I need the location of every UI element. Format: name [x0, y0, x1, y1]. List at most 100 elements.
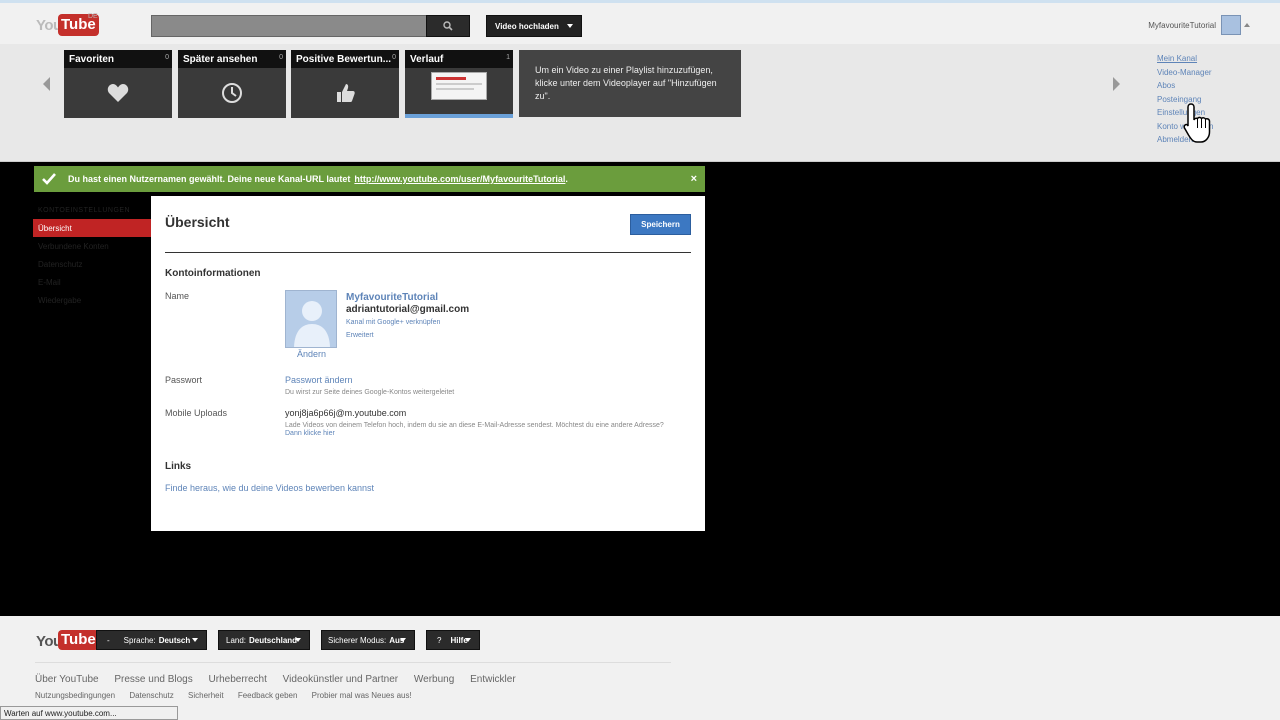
checkmark-icon [42, 173, 56, 185]
language-value: Deutsch [158, 635, 191, 645]
divider [165, 252, 691, 253]
arrow-right-icon[interactable] [1113, 77, 1120, 91]
footer-link-copyright[interactable]: Urheberrecht [209, 674, 267, 685]
arrow-left-icon[interactable] [43, 77, 50, 91]
advanced-link[interactable]: Erweitert [346, 332, 374, 339]
tile-label: Verlauf [405, 50, 513, 68]
tile-history[interactable]: Verlauf 1 [405, 50, 513, 118]
tile-label: Positive Bewertun... [291, 50, 399, 68]
tile-count: 1 [506, 54, 510, 61]
footer-link-terms[interactable]: Nutzungsbedingungen [35, 691, 115, 700]
tile-liked[interactable]: Positive Bewertun... 0 [291, 50, 399, 118]
tile-count: 0 [392, 54, 396, 61]
country-value: Deutschland [249, 635, 298, 645]
chevron-down-icon [465, 638, 471, 642]
tile-label: Später ansehen [178, 50, 286, 68]
channel-url-link[interactable]: http://www.youtube.com/user/MyfavouriteT… [354, 174, 565, 184]
language-label: Sprache: [123, 635, 156, 645]
footer-link-press[interactable]: Presse und Blogs [114, 674, 192, 685]
footer-links-secondary: Nutzungsbedingungen Datenschutz Sicherhe… [35, 691, 424, 700]
mobile-hint: Lade Videos von deinem Telefon hoch, ind… [285, 422, 664, 429]
search-icon [443, 21, 453, 31]
overview-panel: Übersicht Speichern Kontoinformationen N… [151, 196, 705, 531]
upload-label: Video hochladen [495, 21, 559, 31]
help-button[interactable]: ? Hilfe [426, 630, 480, 650]
footer-link-feedback[interactable]: Feedback geben [238, 691, 298, 700]
nav-item-overview[interactable]: Übersicht [33, 219, 151, 237]
promote-videos-link[interactable]: Finde heraus, wie du deine Videos bewerb… [165, 483, 374, 493]
masthead: You Tube DE Video hochladen MyfavouriteT… [0, 0, 1280, 44]
guide-band: Favoriten 0 Später ansehen 0 Positive Be… [0, 44, 1280, 162]
link-google-plus[interactable]: Kanal mit Google+ verknüpfen [346, 319, 440, 326]
tile-count: 0 [165, 54, 169, 61]
chevron-up-icon[interactable] [1244, 23, 1250, 27]
success-notice: Du hast einen Nutzernamen gewählt. Deine… [34, 166, 705, 192]
tile-watch-later[interactable]: Später ansehen 0 [178, 50, 286, 118]
password-hint: Du wirst zur Seite deines Google-Kontos … [285, 389, 455, 396]
mobile-uploads-label: Mobile Uploads [165, 408, 228, 418]
hand-cursor-icon [1183, 103, 1211, 143]
footer-link-try-new[interactable]: Probier mal was Neues aus! [312, 691, 412, 700]
mobile-change-link[interactable]: Dann klicke hier [285, 430, 335, 437]
nav-item-playback[interactable]: Wiedergabe [33, 291, 151, 309]
tile-count: 0 [279, 54, 283, 61]
default-avatar-icon [294, 301, 330, 347]
country-label: Land: [226, 635, 247, 645]
mobile-upload-email: yonj8ja6p66j@m.youtube.com [285, 408, 407, 418]
footer-divider [35, 662, 671, 663]
chevron-down-icon [567, 24, 573, 28]
account-info-heading: Kontoinformationen [165, 268, 261, 279]
help-icon: ? [437, 635, 442, 645]
account-email: adriantutorial@gmail.com [346, 304, 470, 315]
footer-link-advertising[interactable]: Werbung [414, 674, 454, 685]
settings-nav: KONTOEINSTELLUNGEN Übersicht Verbundene … [33, 202, 151, 309]
footer: You Tube - Sprache: Deutsch Land: Deutschl… [0, 616, 1280, 720]
nav-item-privacy[interactable]: Datenschutz [33, 255, 151, 273]
playlist-info-box: Um ein Video zu einer Playlist hinzuzufü… [519, 50, 741, 117]
user-name[interactable]: MyfavouriteTutorial [1148, 21, 1216, 30]
chevron-down-icon [192, 638, 198, 642]
page-title: Übersicht [165, 214, 230, 230]
tile-label: Favoriten [64, 50, 172, 68]
footer-link-about[interactable]: Über YouTube [35, 674, 99, 685]
browser-status-bar: Warten auf www.youtube.com... [0, 706, 178, 720]
name-label: Name [165, 291, 190, 301]
save-button[interactable]: Speichern [630, 214, 691, 235]
thumbs-up-icon [337, 84, 355, 102]
close-icon[interactable]: × [691, 173, 697, 185]
logo-region: DE [88, 13, 98, 20]
country-button[interactable]: Land: Deutschland [218, 630, 310, 650]
history-thumbnail [431, 72, 487, 100]
notice-text: Du hast einen Nutzernamen gewählt. Deine… [68, 174, 351, 184]
change-password-link[interactable]: Passwort ändern [285, 375, 353, 385]
footer-logo-tube: Tube [58, 630, 99, 650]
menu-video-manager[interactable]: Video-Manager [1157, 66, 1213, 80]
footer-link-privacy[interactable]: Datenschutz [129, 691, 173, 700]
search-input[interactable] [151, 15, 427, 37]
language-button[interactable]: - Sprache: Deutsch [96, 630, 207, 650]
footer-link-developers[interactable]: Entwickler [470, 674, 516, 685]
footer-link-creators[interactable]: Videokünstler und Partner [283, 674, 398, 685]
footer-link-safety[interactable]: Sicherheit [188, 691, 224, 700]
menu-subscriptions[interactable]: Abos [1157, 79, 1213, 93]
links-heading: Links [165, 461, 192, 472]
safety-mode-button[interactable]: Sicherer Modus: Aus [321, 630, 415, 650]
upload-video-button[interactable]: Video hochladen [486, 15, 582, 37]
footer-links: Über YouTube Presse und Blogs Urheberrec… [35, 674, 529, 685]
channel-name-link[interactable]: MyfavouriteTutorial [346, 292, 438, 303]
change-picture-link[interactable]: Ändern [297, 349, 326, 359]
youtube-logo[interactable]: You Tube DE [36, 13, 99, 39]
password-label: Passwort [165, 375, 203, 385]
nav-item-email[interactable]: E-Mail [33, 273, 151, 291]
settings-nav-heading: KONTOEINSTELLUNGEN [38, 207, 131, 214]
menu-my-channel[interactable]: Mein Kanal [1157, 52, 1213, 66]
search-button[interactable] [426, 15, 470, 37]
heart-icon [107, 84, 129, 102]
nav-item-connected-accounts[interactable]: Verbundene Konten [33, 237, 151, 255]
avatar[interactable] [1221, 15, 1241, 35]
profile-picture[interactable] [285, 290, 337, 348]
chevron-down-icon [295, 638, 301, 642]
clock-icon [222, 83, 242, 103]
tile-favorites[interactable]: Favoriten 0 [64, 50, 172, 118]
language-dash: - [107, 635, 110, 645]
